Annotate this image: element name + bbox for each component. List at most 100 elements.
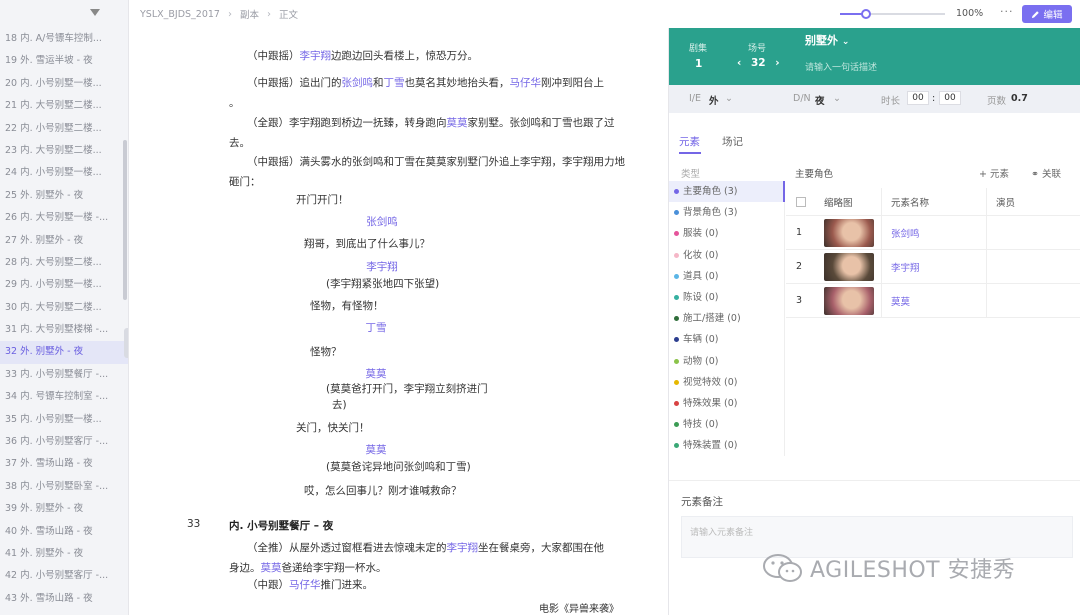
table-row[interactable]: 1 张剑鸣	[786, 216, 1080, 250]
element-thumbnail[interactable]	[824, 286, 874, 315]
scene-list-item[interactable]: 20 内. 小号别墅一楼...	[0, 73, 128, 95]
role-link[interactable]: 马仔华	[289, 579, 321, 591]
scene-list-item[interactable]: 27 外. 别墅外 - 夜	[0, 230, 128, 252]
scene-list-item[interactable]: 33 内. 小号别墅餐厅 -...	[0, 364, 128, 386]
scene-no-value[interactable]: 32	[751, 57, 766, 69]
scene-heading[interactable]: 内. 小号别墅餐厅 – 夜	[229, 518, 333, 533]
edit-button-label: 编辑	[1043, 10, 1063, 21]
duration-minutes-input[interactable]: 00	[907, 91, 929, 105]
zoom-slider-thumb[interactable]	[861, 9, 872, 19]
scene-name-dropdown[interactable]: 别墅外 ⌄	[805, 32, 849, 48]
scene-list-item[interactable]: 36 内. 小号别墅客厅 -...	[0, 431, 128, 453]
category-dot-icon	[674, 422, 679, 428]
scene-list-item[interactable]: 32 外. 别墅外 - 夜	[0, 341, 128, 364]
category-item[interactable]: 施工/搭建 (0)	[669, 308, 784, 329]
category-item[interactable]: 动物 (0)	[669, 351, 784, 372]
character-name[interactable]: 李宇翔	[322, 259, 442, 274]
role-link[interactable]: 张剑鸣	[342, 77, 374, 89]
scene-list-item[interactable]: 28 内. 大号别墅二楼...	[0, 252, 128, 274]
category-item[interactable]: 陈设 (0)	[669, 287, 784, 308]
tab-elements[interactable]: 元素	[679, 134, 700, 149]
watermark-text: AGILESHOT 安捷秀	[810, 558, 1016, 583]
scene-list-item[interactable]: 38 内. 小号别墅卧室 -...	[0, 476, 128, 498]
element-name[interactable]: 莫莫	[891, 284, 910, 317]
element-name[interactable]: 李宇翔	[891, 250, 920, 283]
add-element-button[interactable]: + 元素	[979, 166, 1009, 180]
table-row[interactable]: 3 莫莫	[786, 284, 1080, 318]
scene-prev-icon[interactable]: ‹	[737, 57, 741, 69]
role-link[interactable]: 马仔华	[510, 77, 542, 89]
scene-description-input[interactable]: 请输入一句话描述	[805, 60, 877, 73]
category-item[interactable]: 背景角色 (3)	[669, 202, 784, 223]
filter-icon[interactable]	[90, 9, 100, 16]
role-link[interactable]: 莫莫	[261, 562, 282, 574]
scene-no-stepper: ‹ 32 ›	[737, 57, 780, 69]
category-item[interactable]: 主要角色 (3)	[669, 181, 785, 203]
category-item[interactable]: 化妆 (0)	[669, 245, 784, 266]
category-item[interactable]: 服装 (0)	[669, 223, 784, 244]
breadcrumb-project[interactable]: YSLX_BJDS_2017	[140, 9, 220, 20]
scene-next-icon[interactable]: ›	[775, 57, 779, 69]
role-link[interactable]: 李宇翔	[300, 50, 332, 62]
parenthetical: (莫莫爸打开门，李宇翔立刻挤进门	[326, 383, 488, 395]
character-name[interactable]: 莫莫	[316, 366, 436, 381]
table-row[interactable]: 2 李宇翔	[786, 250, 1080, 284]
scene-list-item[interactable]: 41 外. 别墅外 - 夜	[0, 543, 128, 565]
link-element-button[interactable]: ⚭ 关联	[1031, 166, 1061, 180]
category-item[interactable]: 视觉特效 (0)	[669, 372, 784, 393]
ie-select[interactable]: 外	[709, 93, 719, 107]
category-label: 动物 (0)	[683, 355, 719, 367]
duration-seconds-input[interactable]: 00	[939, 91, 961, 105]
script-document[interactable]: （中跟摇）李宇翔边跑边回头看楼上，惊恐万分。 （中跟摇）追出门的张剑鸣和丁雪也莫…	[129, 28, 668, 615]
scene-list-item[interactable]: 18 内. A/号镖车控制...	[0, 28, 128, 50]
category-label: 主要角色 (3)	[683, 186, 738, 197]
scene-list-item[interactable]: 35 内. 小号别墅一楼...	[0, 409, 128, 431]
scene-list-item[interactable]: 29 内. 小号别墅一楼...	[0, 274, 128, 296]
scene-list-item[interactable]: 37 外. 雪场山路 - 夜	[0, 453, 128, 475]
select-all-checkbox[interactable]	[796, 196, 806, 207]
role-link[interactable]: 莫莫	[447, 117, 468, 129]
active-tab-indicator	[679, 152, 701, 154]
category-item[interactable]: 车辆 (0)	[669, 329, 784, 350]
role-link[interactable]: 李宇翔	[447, 542, 479, 554]
scene-list-item[interactable]: 23 内. 大号别墅二楼...	[0, 140, 128, 162]
scene-list-item[interactable]: 21 内. 大号别墅二楼...	[0, 95, 128, 117]
category-item[interactable]: 特殊效果 (0)	[669, 393, 784, 414]
scene-list-item[interactable]: 31 内. 大号别墅楼梯 -...	[0, 319, 128, 341]
tab-notes[interactable]: 场记	[722, 134, 743, 149]
element-thumbnail[interactable]	[824, 218, 874, 247]
scene-list-item[interactable]: 25 外. 别墅外 - 夜	[0, 185, 128, 207]
scene-list-item[interactable]: 40 外. 雪场山路 - 夜	[0, 521, 128, 543]
category-item[interactable]: 特技 (0)	[669, 414, 784, 435]
zoom-slider[interactable]	[840, 13, 945, 15]
character-name[interactable]: 张剑鸣	[322, 214, 442, 229]
scene-list-item[interactable]: 19 外. 雪运半坡 - 夜	[0, 50, 128, 72]
breadcrumb-level1[interactable]: 副本	[240, 7, 259, 21]
edit-button[interactable]: 编辑	[1022, 5, 1072, 23]
zoom-value: 100%	[956, 8, 984, 19]
episode-value[interactable]: 1	[695, 58, 702, 70]
scene-list-item[interactable]: 26 内. 大号别墅一楼 -...	[0, 207, 128, 229]
scene-list-item[interactable]: 30 内. 大号别墅二楼...	[0, 297, 128, 319]
scene-sidebar: 18 内. A/号镖车控制... 19 外. 雪运半坡 - 夜 20 内. 小号别墅…	[0, 0, 129, 615]
sidebar-scrollbar[interactable]	[123, 140, 127, 300]
character-name[interactable]: 丁雪	[316, 320, 436, 335]
element-thumbnail[interactable]	[824, 252, 874, 281]
category-item[interactable]: 道具 (0)	[669, 266, 784, 287]
category-dot-icon	[674, 231, 679, 237]
scene-list-item[interactable]: 39 外. 别墅外 - 夜	[0, 498, 128, 520]
category-dot-icon	[674, 358, 679, 364]
scene-list-item[interactable]: 43 外. 雪场山路 - 夜	[0, 588, 128, 610]
element-name[interactable]: 张剑鸣	[891, 216, 920, 249]
role-link[interactable]: 丁雪	[384, 77, 405, 89]
more-button[interactable]: ···	[1000, 5, 1014, 18]
scene-list-item[interactable]: 24 内. 小号别墅一楼...	[0, 162, 128, 184]
scene-name: 别墅外	[805, 34, 838, 47]
scene-list-item[interactable]: 22 内. 小号别墅二楼...	[0, 118, 128, 140]
character-name[interactable]: 莫莫	[316, 442, 436, 457]
scene-list-item[interactable]: 42 内. 小号别墅客厅 -...	[0, 565, 128, 587]
dn-select[interactable]: 夜	[815, 93, 825, 107]
notes-label: 元素备注	[681, 496, 723, 508]
scene-list-item[interactable]: 34 内. 号镖车控制室 -...	[0, 386, 128, 408]
category-item[interactable]: 特殊装置 (0)	[669, 435, 784, 456]
